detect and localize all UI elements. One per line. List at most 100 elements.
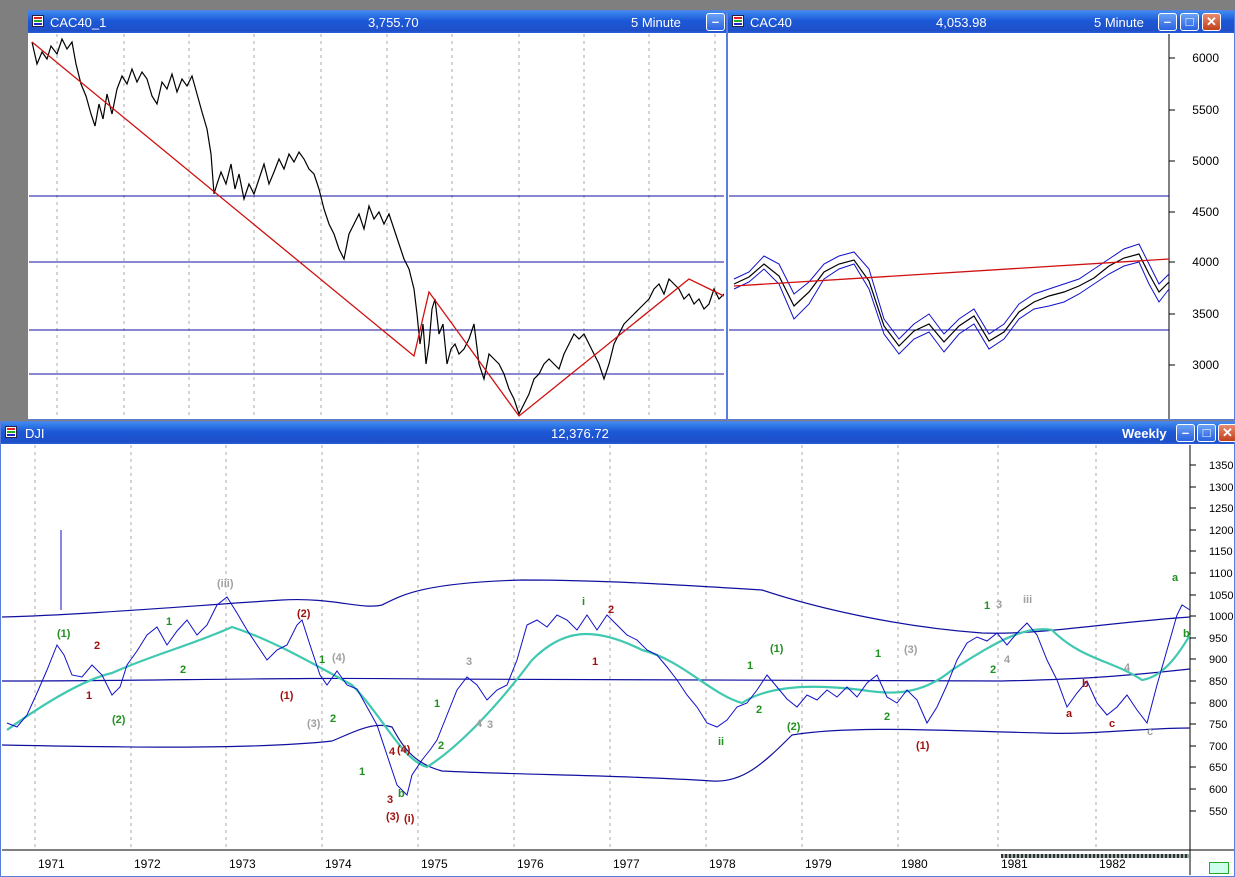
minimize-button[interactable]: – — [1158, 13, 1177, 31]
last-price: 12,376.72 — [551, 426, 609, 441]
wave-label: (2) — [112, 714, 126, 726]
wave-label: a — [1066, 708, 1073, 720]
x-tick-label: 1971 — [38, 857, 65, 871]
chart-window-icon — [732, 15, 744, 27]
wave-label: i — [582, 596, 585, 608]
chart-window-icon — [5, 426, 17, 438]
x-tick-label: 1980 — [901, 857, 928, 871]
x-tick-label: 1975 — [421, 857, 448, 871]
dji-window[interactable]: DJI 12,376.72 Weekly – □ ✕ 1350 1300 1 2 5… — [0, 421, 1235, 877]
wave-label: (3) — [307, 718, 321, 730]
wave-label: 1 — [166, 616, 172, 628]
wave-label: 2 — [884, 711, 890, 723]
y-tick-label: 3000 — [1192, 358, 1219, 372]
wave-label: (4) — [332, 652, 346, 664]
y-tick-label: 800 — [1209, 698, 1227, 710]
y-tick-label: 650 — [1209, 762, 1227, 774]
wave-label: 2 — [438, 740, 444, 752]
minimize-button[interactable]: – — [1176, 424, 1195, 442]
chart-window-icon — [32, 15, 44, 27]
x-tick-label: 1976 — [517, 857, 544, 871]
interval-label: 5 Minute — [631, 15, 681, 30]
wave-label: iii — [1023, 594, 1032, 606]
wave-label: (3) — [904, 644, 918, 656]
close-button[interactable]: ✕ — [1202, 13, 1221, 31]
wave-label: 4 — [476, 718, 483, 730]
wave-label: ii — [718, 736, 724, 748]
wave-label: 1 — [984, 600, 990, 612]
maximize-button[interactable]: □ — [1180, 13, 1199, 31]
wave-label: b — [1082, 678, 1089, 690]
wave-label: b — [398, 788, 405, 800]
wave-label: 1 — [592, 656, 598, 668]
wave-label: 1 — [319, 654, 325, 666]
cac40-1-titlebar[interactable]: CAC40_1 3,755.70 5 Minute – — [28, 11, 726, 33]
dji-titlebar[interactable]: DJI 12,376.72 Weekly – □ ✕ — [1, 422, 1235, 444]
y-tick-label: 5000 — [1192, 154, 1219, 168]
wave-label: (iii) — [217, 578, 234, 590]
scroll-strip[interactable] — [1001, 854, 1189, 858]
wave-label: (1) — [770, 643, 784, 655]
minimize-button[interactable]: – — [706, 13, 725, 31]
last-price: 3,755.70 — [368, 15, 419, 30]
window-title: CAC40_1 — [50, 15, 107, 30]
wave-label: b — [1183, 628, 1190, 640]
y-tick-label: 6000 — [1192, 51, 1219, 65]
wave-label: 2 — [180, 664, 186, 676]
y-tick-label: 4500 — [1192, 205, 1219, 219]
wave-label: 3 — [996, 599, 1002, 611]
y-tick-label: 1000 — [1209, 611, 1233, 623]
y-tick-label: 1300 — [1209, 482, 1233, 494]
cac40-titlebar[interactable]: CAC40 4,053.98 5 Minute – □ ✕ — [728, 11, 1234, 33]
wave-label: (4) — [397, 744, 411, 756]
refresh-icon[interactable] — [1209, 862, 1229, 874]
y-tick-label: 4000 — [1192, 255, 1219, 269]
x-tick-label: 1974 — [325, 857, 352, 871]
wave-label: 2 — [94, 640, 100, 652]
x-tick-label: 1977 — [613, 857, 640, 871]
y-tick-label: 900 — [1209, 654, 1227, 666]
x-tick-label: 1978 — [709, 857, 736, 871]
y-tick-label: 3500 — [1192, 307, 1219, 321]
wave-label: 1 — [359, 766, 365, 778]
y-tick-label: 1200 — [1209, 525, 1233, 537]
close-button[interactable]: ✕ — [1218, 424, 1235, 442]
wave-label: (1) — [916, 740, 930, 752]
wave-label: 2 — [608, 604, 614, 616]
window-title: DJI — [25, 426, 45, 441]
y-tick-label: 850 — [1209, 676, 1227, 688]
x-tick-label: 1979 — [805, 857, 832, 871]
wave-label: 1 — [747, 660, 753, 672]
cac40-window[interactable]: CAC40 4,053.98 5 Minute – □ ✕ 6000 5500 … — [727, 10, 1235, 420]
wave-label: (1) — [57, 628, 71, 640]
wave-label: 2 — [330, 713, 336, 725]
y-tick-label: 950 — [1209, 633, 1227, 645]
y-tick-label: 550 — [1209, 806, 1227, 818]
cac40-1-window[interactable]: CAC40_1 3,755.70 5 Minute – — [27, 10, 727, 420]
wave-label: 2 — [990, 664, 996, 676]
y-tick-label: 1350 — [1209, 460, 1233, 472]
y-tick-label: 700 — [1209, 741, 1227, 753]
dji-chart[interactable]: 1350 1300 1250 1200 1150 1100 1050 1000 … — [2, 445, 1234, 875]
interval-label: 5 Minute — [1094, 15, 1144, 30]
x-tick-label: 1982 — [1099, 857, 1126, 871]
wave-label: 3 — [387, 794, 393, 806]
cac40-chart[interactable]: 6000 5500 5000 4500 4000 3500 3000 — [729, 34, 1234, 419]
cac40-1-chart[interactable] — [29, 34, 724, 419]
wave-label: (2) — [297, 608, 311, 620]
wave-label: 4 — [1124, 662, 1131, 674]
x-tick-label: 1981 — [1001, 857, 1028, 871]
last-price: 4,053.98 — [936, 15, 987, 30]
wave-label: c — [1109, 718, 1115, 730]
wave-label: (2) — [787, 721, 801, 733]
wave-label: 1 — [875, 648, 881, 660]
wave-label: (1) — [280, 690, 294, 702]
wave-label: 3 — [466, 656, 472, 668]
wave-label: 2 — [756, 704, 762, 716]
y-tick-label: 1100 — [1209, 568, 1233, 580]
y-tick-label: 600 — [1209, 784, 1227, 796]
window-title: CAC40 — [750, 15, 792, 30]
wave-label: a — [1172, 572, 1179, 584]
y-tick-label: 5500 — [1192, 103, 1219, 117]
maximize-button[interactable]: □ — [1197, 424, 1216, 442]
